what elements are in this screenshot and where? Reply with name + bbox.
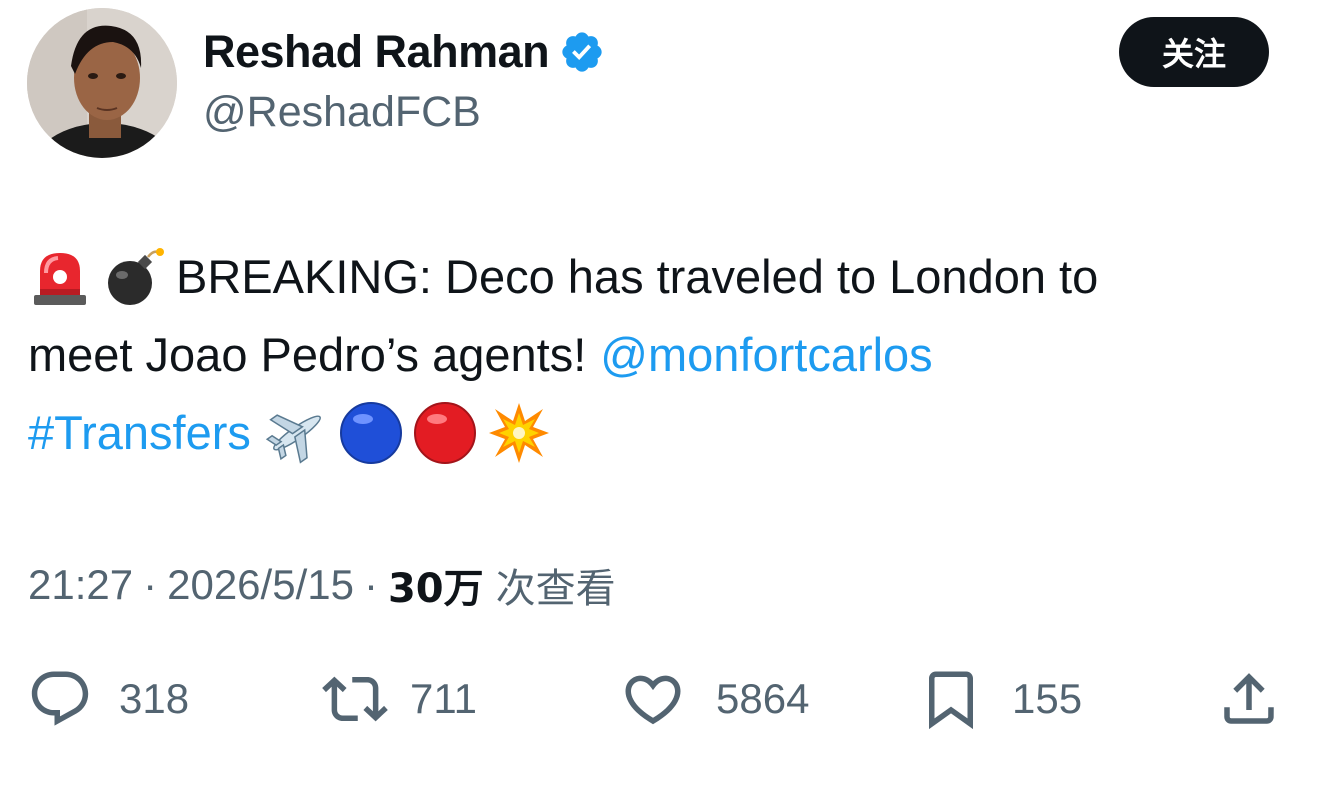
retweet-icon	[322, 676, 388, 722]
tweet-time[interactable]: 21:27	[28, 561, 133, 609]
avatar[interactable]	[27, 8, 177, 158]
views-label: 次查看	[495, 566, 616, 612]
verified-badge-icon[interactable]	[559, 29, 605, 75]
blue-circle-icon	[339, 401, 403, 465]
like-button[interactable]: 5864	[620, 664, 809, 734]
hashtag-link[interactable]: #Transfers	[28, 394, 251, 472]
reply-count: 318	[119, 675, 190, 722]
tweet-line-3: #Transfers	[28, 394, 1303, 472]
author-handle[interactable]: @ReshadFCB	[203, 88, 481, 137]
tweet-text-line2: meet Joao Pedro’s agents!	[28, 328, 587, 381]
bomb-icon	[102, 245, 166, 309]
like-count: 5864	[716, 675, 810, 722]
heart-icon	[625, 675, 681, 725]
bookmark-count: 155	[1012, 675, 1083, 722]
retweet-count: 711	[410, 675, 477, 722]
tweet-meta: 21:27 · 2026/5/15 · 30万 次查看	[28, 557, 616, 613]
author-display-name[interactable]: Reshad Rahman	[203, 26, 550, 78]
meta-separator: ·	[143, 561, 158, 608]
tweet-date[interactable]: 2026/5/15	[167, 561, 354, 609]
action-bar: 318 711 5864 155	[0, 664, 1320, 734]
meta-separator: ·	[363, 561, 378, 608]
retweet-button[interactable]: 711	[322, 664, 477, 734]
reply-button[interactable]: 318	[27, 664, 189, 734]
airplane-icon	[265, 401, 329, 465]
tweet-text: BREAKING: Deco has traveled to London to…	[28, 238, 1303, 472]
follow-button[interactable]: 关注	[1119, 17, 1269, 87]
red-circle-icon	[413, 401, 477, 465]
bookmark-icon	[929, 671, 973, 730]
share-icon	[1224, 673, 1274, 724]
collision-icon	[487, 401, 551, 465]
share-button[interactable]	[1216, 664, 1282, 734]
tweet-line-2: meet Joao Pedro’s agents! @monfortcarlos	[28, 316, 1303, 394]
author-name-row: Reshad Rahman	[203, 24, 605, 80]
tweet-text-line1: BREAKING: Deco has traveled to London to	[176, 250, 1099, 303]
bookmark-button[interactable]: 155	[918, 664, 1082, 734]
mention-link[interactable]: @monfortcarlos	[600, 316, 932, 394]
tweet-line-1: BREAKING: Deco has traveled to London to	[28, 238, 1303, 316]
views-count: 30万	[387, 566, 484, 612]
reply-icon	[31, 671, 89, 726]
police-light-icon	[28, 245, 92, 309]
